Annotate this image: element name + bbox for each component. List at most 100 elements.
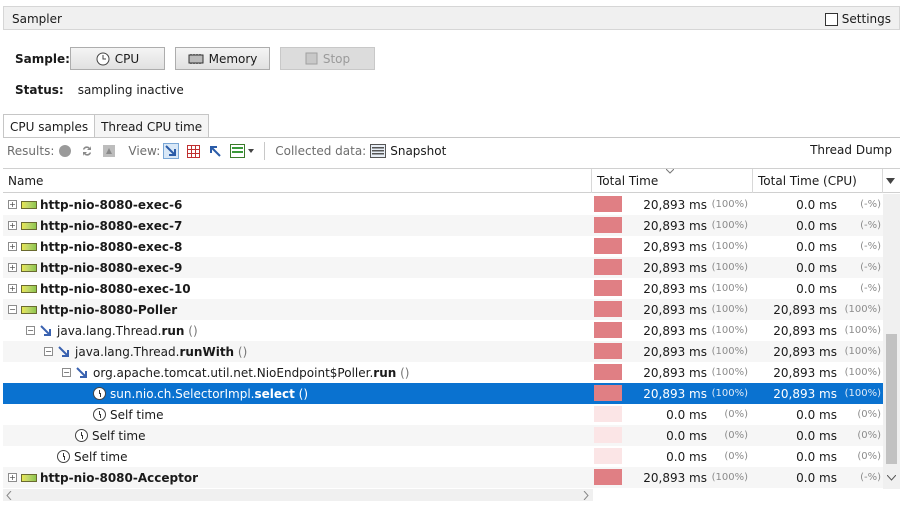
- total-time-value: 20,893 ms: [643, 218, 707, 233]
- back-traces-icon[interactable]: [207, 143, 223, 159]
- cpu-time-percent: (0%): [857, 430, 881, 441]
- cell-total-time: 20,893 ms (100%): [592, 236, 752, 257]
- cpu-time-value: 0.0 ms: [796, 260, 837, 275]
- scroll-right-arrow-icon[interactable]: [583, 491, 589, 500]
- settings-toggle[interactable]: Settings: [824, 12, 891, 26]
- row-label: org.apache.tomcat.util.net.NioEndpoint$P…: [93, 366, 409, 380]
- call-tree-icon[interactable]: [163, 143, 180, 159]
- cpu-time-percent: (100%): [844, 304, 881, 315]
- column-header-total-time[interactable]: Total Time: [592, 169, 753, 193]
- thread-icon: [21, 242, 37, 251]
- table-row[interactable]: − http-nio-8080-Poller 20,893 ms (100%) 20,8…: [3, 299, 883, 320]
- total-time-bar: [594, 301, 622, 317]
- toolbar-separator: [264, 142, 266, 160]
- heap-dump-icon[interactable]: [101, 143, 117, 159]
- vertical-scrollbar[interactable]: [883, 194, 900, 489]
- sample-row: Sample:: [15, 47, 70, 71]
- table-row[interactable]: − java.lang.Thread.run () 20,893 ms (100%) 2…: [3, 320, 883, 341]
- table-header: Name Total Time Total Time (CPU): [3, 169, 900, 193]
- snapshot-button[interactable]: Snapshot: [370, 144, 446, 158]
- table-row[interactable]: Self time 0.0 ms (0%) 0.0 ms (0%): [3, 404, 883, 425]
- total-time-bar: [594, 280, 622, 296]
- collapse-toggle-icon[interactable]: −: [44, 347, 53, 356]
- table-row[interactable]: + http-nio-8080-exec-9 20,893 ms (100%) 0.0 …: [3, 257, 883, 278]
- expand-toggle-icon[interactable]: +: [8, 242, 17, 251]
- column-header-total-time-cpu[interactable]: Total Time (CPU): [753, 169, 883, 193]
- cpu-time-value: 0.0 ms: [796, 449, 837, 464]
- total-time-percent: (100%): [711, 325, 748, 336]
- thread-icon: [21, 263, 37, 272]
- table-row[interactable]: sun.nio.ch.SelectorImpl.select () 20,893 …: [3, 383, 883, 404]
- expand-toggle-icon[interactable]: +: [8, 263, 17, 272]
- total-time-bar: [594, 385, 622, 401]
- total-time-bar: [594, 364, 622, 380]
- settings-checkbox[interactable]: [824, 12, 838, 26]
- status-value: sampling inactive: [77, 83, 184, 97]
- method-class-name: java.lang.Thread.: [57, 323, 162, 338]
- table-row[interactable]: + http-nio-8080-exec-7 20,893 ms (100%) 0.0 …: [3, 215, 883, 236]
- row-label: http-nio-8080-Acceptor: [40, 470, 198, 485]
- table-row[interactable]: Self time 0.0 ms (0%) 0.0 ms (0%): [3, 446, 883, 467]
- total-time-value: 20,893 ms: [643, 281, 707, 296]
- column-chooser[interactable]: [883, 169, 900, 193]
- expand-toggle-icon[interactable]: +: [8, 284, 17, 293]
- cell-name: Self time: [3, 425, 591, 446]
- total-time-percent: (100%): [711, 346, 748, 357]
- cpu-time-percent: (-%): [860, 220, 881, 231]
- horizontal-scrollbar[interactable]: [3, 489, 593, 501]
- total-time-value: 20,893 ms: [643, 302, 707, 317]
- total-time-bar: [594, 343, 622, 359]
- cell-total-time: 0.0 ms (0%): [592, 404, 752, 425]
- scroll-left-arrow-icon[interactable]: [6, 491, 12, 500]
- table-row[interactable]: − org.apache.tomcat.util.net.NioEndpoint$…: [3, 362, 883, 383]
- tab-thread-cpu-time[interactable]: Thread CPU time: [95, 114, 210, 138]
- total-time-percent: (0%): [724, 451, 748, 462]
- thread-dump-button[interactable]: Thread Dump: [810, 143, 892, 157]
- cell-total-time-cpu: 0.0 ms (0%): [753, 446, 883, 467]
- total-time-value: 20,893 ms: [643, 260, 707, 275]
- cell-total-time: 20,893 ms (100%): [592, 362, 752, 383]
- cpu-button-label: CPU: [114, 51, 140, 66]
- method-signature: (): [234, 344, 248, 359]
- table-row[interactable]: Self time 0.0 ms (0%) 0.0 ms (0%): [3, 425, 883, 446]
- cell-total-time: 0.0 ms (0%): [592, 425, 752, 446]
- column-header-name[interactable]: Name: [3, 169, 592, 193]
- total-time-value: 0.0 ms: [666, 449, 707, 464]
- expand-toggle-icon[interactable]: +: [8, 473, 17, 482]
- scroll-down-arrow-icon[interactable]: [887, 475, 896, 481]
- total-time-bar: [594, 448, 622, 464]
- collapse-toggle-icon[interactable]: −: [62, 368, 71, 377]
- method-name: select: [254, 386, 295, 401]
- cell-name: + http-nio-8080-exec-6: [3, 194, 591, 215]
- thread-icon: [21, 200, 37, 209]
- expand-toggle-icon[interactable]: +: [8, 200, 17, 209]
- cell-total-time: 20,893 ms (100%): [592, 257, 752, 278]
- stop-button[interactable]: Stop: [280, 47, 375, 70]
- total-time-bar: [594, 469, 622, 485]
- collapse-toggle-icon[interactable]: −: [26, 326, 35, 335]
- hot-spots-icon[interactable]: [185, 143, 201, 159]
- row-label: http-nio-8080-exec-10: [40, 281, 191, 296]
- combined-icon[interactable]: [229, 143, 255, 159]
- cpu-time-percent: (0%): [857, 451, 881, 462]
- cell-name: − java.lang.Thread.run (): [3, 320, 591, 341]
- vertical-scrollbar-thumb[interactable]: [886, 334, 897, 464]
- refresh-icon[interactable]: [79, 143, 95, 159]
- tab-cpu-samples[interactable]: CPU samples: [3, 114, 96, 138]
- table-row[interactable]: − java.lang.Thread.runWith () 20,893 ms (10…: [3, 341, 883, 362]
- table-row[interactable]: + http-nio-8080-exec-10 20,893 ms (100%) 0.0…: [3, 278, 883, 299]
- table-row[interactable]: + http-nio-8080-Acceptor 20,893 ms (100%) 0.…: [3, 467, 883, 488]
- cpu-button[interactable]: CPU: [70, 47, 165, 70]
- expand-toggle-icon[interactable]: +: [8, 221, 17, 230]
- table-row[interactable]: + http-nio-8080-exec-6 20,893 ms (100%) 0.0 …: [3, 194, 883, 215]
- gc-icon[interactable]: [57, 143, 73, 159]
- cell-name: + http-nio-8080-Acceptor: [3, 467, 591, 488]
- memory-button[interactable]: Memory: [175, 47, 270, 70]
- method-icon: [76, 366, 87, 378]
- row-label: http-nio-8080-exec-8: [40, 239, 183, 254]
- method-name: runWith: [179, 344, 235, 359]
- cpu-time-percent: (100%): [844, 367, 881, 378]
- table-row[interactable]: + http-nio-8080-exec-8 20,893 ms (100%) 0.0 …: [3, 236, 883, 257]
- cell-name: Self time: [3, 446, 591, 467]
- collapse-toggle-icon[interactable]: −: [8, 305, 17, 314]
